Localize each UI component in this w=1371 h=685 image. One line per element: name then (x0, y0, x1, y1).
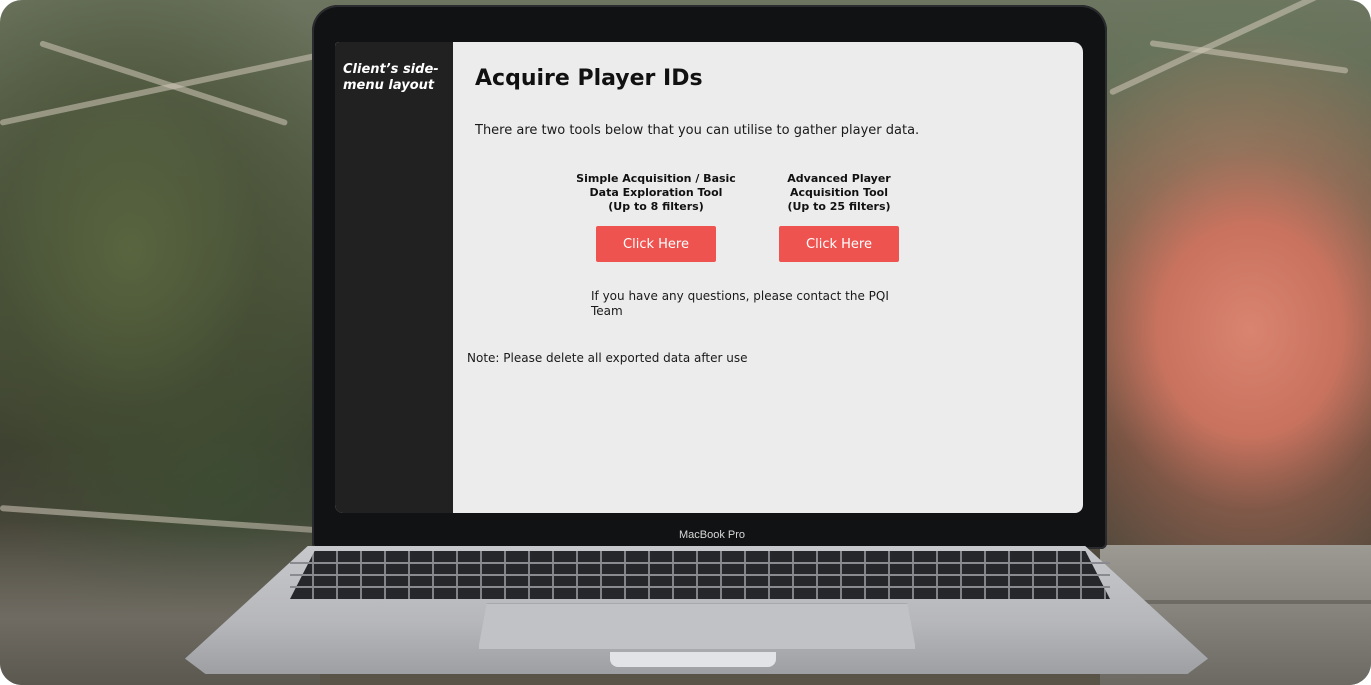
note-text: Note: Please delete all exported data af… (467, 351, 748, 365)
page-title: Acquire Player IDs (475, 66, 703, 91)
background-photo: Client’s side-menu layout Acquire Player… (0, 0, 1371, 685)
laptop-trackpad (478, 603, 916, 650)
branch-decoration (39, 40, 289, 127)
tool-caption-advanced: Advanced Player Acquisition Tool (Up to … (787, 172, 891, 213)
advanced-tool-button[interactable]: Click Here (779, 226, 899, 262)
keyboard-row-divider (290, 586, 1110, 588)
tool-card-simple: Simple Acquisition / Basic Data Explorat… (571, 172, 741, 262)
app-window: Client’s side-menu layout Acquire Player… (335, 42, 1083, 513)
tool-caption-simple: Simple Acquisition / Basic Data Explorat… (576, 172, 736, 213)
branch-decoration (0, 51, 324, 126)
keyboard-row-divider (290, 562, 1110, 564)
laptop-lid-notch (610, 652, 776, 667)
intro-text: There are two tools below that you can u… (475, 123, 920, 138)
keyboard-row-divider (290, 574, 1110, 576)
simple-tool-button[interactable]: Click Here (596, 226, 716, 262)
side-menu-placeholder-label: Client’s side-menu layout (343, 62, 439, 93)
branch-decoration (1108, 0, 1347, 96)
tool-card-advanced: Advanced Player Acquisition Tool (Up to … (754, 172, 924, 262)
side-menu: Client’s side-menu layout (335, 42, 453, 513)
contact-text: If you have any questions, please contac… (591, 289, 889, 318)
laptop-brand-label: MacBook Pro (678, 529, 746, 541)
